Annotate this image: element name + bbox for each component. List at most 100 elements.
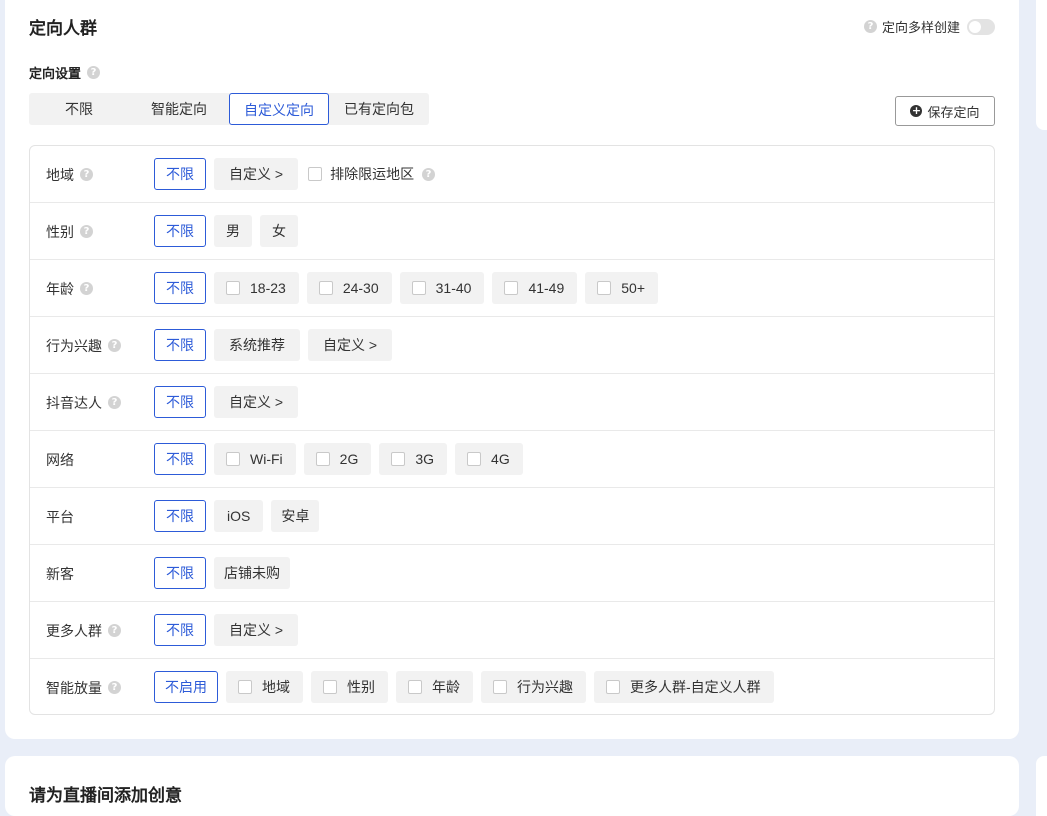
more-crowd-options: 不限 自定义 > — [154, 614, 299, 646]
smart-expand-option[interactable]: 性别 — [311, 671, 388, 703]
checkbox[interactable] — [606, 680, 620, 694]
checkbox[interactable] — [226, 281, 240, 295]
network-option[interactable]: 2G — [303, 443, 372, 475]
row-region: 地域 不限 自定义 > 排除限运地区 — [30, 146, 994, 203]
age-options: 不限 18-23 24-30 31-40 41-49 50+ — [154, 272, 658, 304]
help-icon[interactable] — [80, 168, 93, 181]
help-icon[interactable] — [80, 282, 93, 295]
age-option[interactable]: 41-49 — [492, 272, 578, 304]
segment-unlimited[interactable]: 不限 — [29, 93, 129, 125]
checkbox[interactable] — [323, 680, 337, 694]
help-icon[interactable] — [108, 624, 121, 637]
smart-expand-option-label: 年龄 — [432, 679, 460, 695]
new-customer-unlimited-option[interactable]: 不限 — [154, 557, 206, 589]
interest-system-recommend-option[interactable]: 系统推荐 — [214, 329, 300, 361]
save-targeting-label: 保存定向 — [927, 104, 980, 120]
network-option[interactable]: 4G — [455, 443, 523, 475]
platform-unlimited-option[interactable]: 不限 — [154, 500, 206, 532]
checkbox[interactable] — [467, 452, 482, 466]
interest-label: 行为兴趣 — [46, 337, 102, 354]
douyin-custom-option[interactable]: 自定义 > — [214, 386, 299, 418]
segment-custom[interactable]: 自定义定向 — [229, 93, 329, 125]
row-label-network: 网络 — [46, 431, 74, 488]
side-panel — [1036, 0, 1047, 130]
help-icon[interactable] — [87, 66, 101, 79]
help-icon[interactable] — [422, 167, 436, 181]
plus-circle-icon: + — [910, 104, 923, 117]
row-more-crowd: 更多人群 不限 自定义 > — [30, 602, 994, 659]
age-option[interactable]: 31-40 — [399, 272, 485, 304]
more-crowd-unlimited-option[interactable]: 不限 — [154, 614, 206, 646]
interest-custom-option[interactable]: 自定义 > — [308, 329, 393, 361]
network-option[interactable]: 3G — [379, 443, 448, 475]
checkbox[interactable] — [315, 452, 330, 466]
segment-smart[interactable]: 智能定向 — [129, 93, 229, 125]
checkbox[interactable] — [411, 281, 426, 295]
checkbox[interactable] — [504, 281, 519, 295]
age-option-label: 24-30 — [342, 280, 379, 296]
save-targeting-button[interactable]: + 保存定向 — [895, 96, 995, 126]
gender-male-option[interactable]: 男 — [214, 215, 252, 247]
douyin-unlimited-option[interactable]: 不限 — [154, 386, 206, 418]
row-age: 年龄 不限 18-23 24-30 31-40 — [30, 260, 994, 317]
smart-expand-option[interactable]: 地域 — [226, 671, 303, 703]
new-customer-not-purchased-option[interactable]: 店铺未购 — [214, 557, 290, 589]
checkbox[interactable] — [408, 680, 422, 694]
platform-label: 平台 — [46, 508, 74, 525]
checkbox[interactable] — [318, 281, 333, 295]
douyin-label: 抖音达人 — [46, 394, 102, 411]
platform-ios-option[interactable]: iOS — [214, 500, 264, 532]
help-icon[interactable] — [863, 20, 877, 33]
platform-options: 不限 iOS 安卓 — [154, 500, 320, 532]
smart-expand-option-label: 行为兴趣 — [517, 679, 573, 695]
multi-create-toggle[interactable] — [967, 18, 995, 35]
gender-female-option[interactable]: 女 — [260, 215, 298, 247]
interest-unlimited-option[interactable]: 不限 — [154, 329, 206, 361]
creative-section-title: 请为直播间添加创意 — [29, 786, 182, 805]
targeting-card: 定向人群 定向多样创建 定向设置 不限 智能定向 自定义定向 已有定向包 + 保… — [5, 0, 1019, 739]
checkbox[interactable] — [226, 452, 240, 466]
more-crowd-custom-option[interactable]: 自定义 > — [214, 614, 299, 646]
segment-existing-package[interactable]: 已有定向包 — [329, 93, 429, 125]
settings-label-wrap: 定向设置 — [29, 63, 101, 82]
row-new-customer: 新客 不限 店铺未购 — [30, 545, 994, 602]
help-icon[interactable] — [108, 339, 121, 352]
smart-expand-option[interactable]: 行为兴趣 — [481, 671, 586, 703]
row-label-douyin: 抖音达人 — [46, 374, 121, 431]
checkbox[interactable] — [493, 680, 507, 694]
creative-card: 请为直播间添加创意 — [5, 756, 1019, 816]
help-icon[interactable] — [80, 225, 93, 238]
exclude-restricted-region[interactable]: 排除限运地区 — [308, 164, 436, 184]
help-icon[interactable] — [108, 396, 121, 409]
smart-expand-label: 智能放量 — [46, 679, 102, 696]
row-douyin-creator: 抖音达人 不限 自定义 > — [30, 374, 994, 431]
age-option[interactable]: 50+ — [585, 272, 658, 304]
row-platform: 平台 不限 iOS 安卓 — [30, 488, 994, 545]
douyin-options: 不限 自定义 > — [154, 386, 299, 418]
network-unlimited-option[interactable]: 不限 — [154, 443, 206, 475]
row-label-new-customer: 新客 — [46, 545, 74, 602]
new-customer-options: 不限 店铺未购 — [154, 557, 290, 589]
age-unlimited-option[interactable]: 不限 — [154, 272, 206, 304]
region-custom-option[interactable]: 自定义 > — [214, 158, 299, 190]
platform-android-option[interactable]: 安卓 — [271, 500, 320, 532]
age-option[interactable]: 24-30 — [306, 272, 392, 304]
more-crowd-label: 更多人群 — [46, 622, 102, 639]
row-label-age: 年龄 — [46, 260, 93, 317]
checkbox[interactable] — [238, 680, 252, 694]
smart-expand-option[interactable]: 更多人群-自定义人群 — [594, 671, 774, 703]
age-option[interactable]: 18-23 — [214, 272, 299, 304]
checkbox[interactable] — [308, 167, 323, 181]
row-label-region: 地域 — [46, 146, 93, 203]
smart-expand-option[interactable]: 年龄 — [396, 671, 473, 703]
network-option[interactable]: Wi-Fi — [214, 443, 296, 475]
smart-expand-disabled-option[interactable]: 不启用 — [154, 671, 218, 703]
region-options: 不限 自定义 > 排除限运地区 — [154, 158, 436, 190]
region-unlimited-option[interactable]: 不限 — [154, 158, 206, 190]
gender-unlimited-option[interactable]: 不限 — [154, 215, 206, 247]
gender-options: 不限 男 女 — [154, 215, 298, 247]
checkbox[interactable] — [597, 281, 612, 295]
checkbox[interactable] — [391, 452, 406, 466]
help-icon[interactable] — [108, 681, 121, 694]
section-title: 定向人群 — [29, 19, 97, 38]
